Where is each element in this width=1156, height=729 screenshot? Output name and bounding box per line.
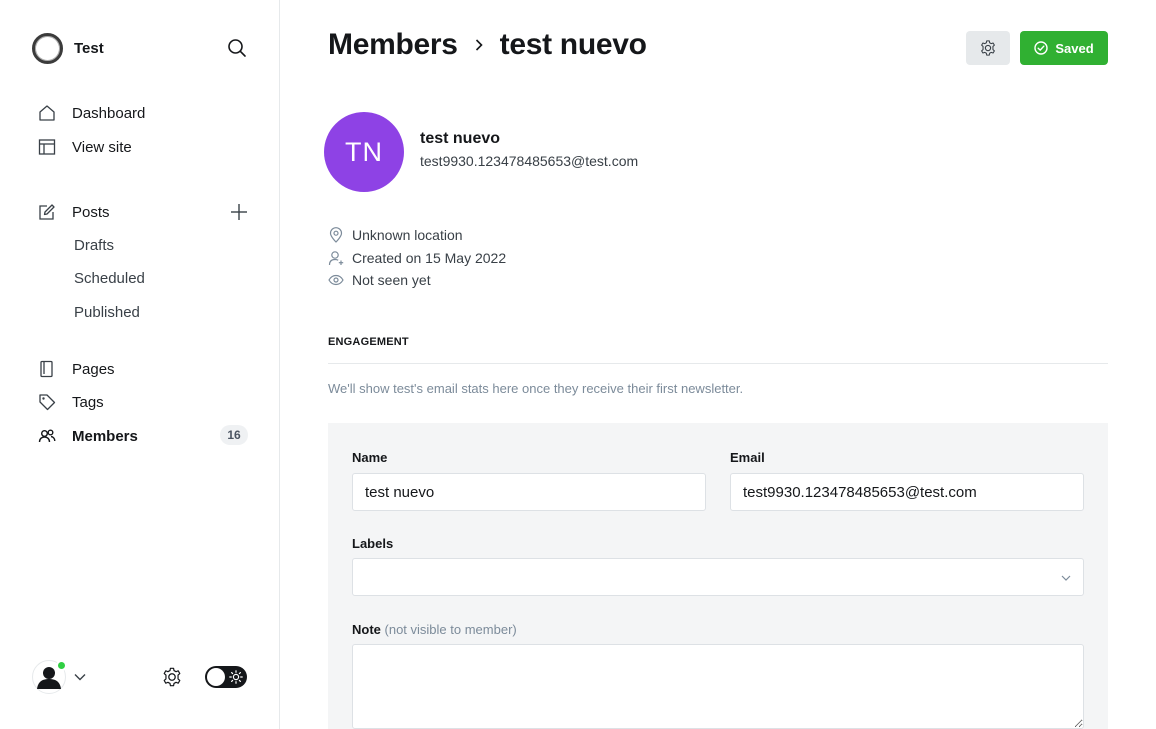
sidebar-item-view-site[interactable]: View site bbox=[38, 135, 132, 159]
add-post-icon[interactable] bbox=[229, 202, 249, 222]
user-add-icon bbox=[328, 250, 344, 266]
member-form: Name Email Labels Note (not visible to m… bbox=[328, 423, 1108, 729]
location-text: Unknown location bbox=[352, 227, 463, 243]
sidebar-item-pages[interactable]: Pages bbox=[38, 357, 115, 381]
page-title: Members test nuevo bbox=[328, 28, 647, 62]
members-icon bbox=[38, 427, 56, 445]
member-created: Created on 15 May 2022 bbox=[328, 248, 506, 268]
labels-label: Labels bbox=[352, 536, 394, 551]
sidebar-item-label: Members bbox=[72, 427, 138, 445]
site-brand[interactable]: Test bbox=[32, 32, 104, 64]
sidebar-item-dashboard[interactable]: Dashboard bbox=[38, 101, 145, 125]
email-label: Email bbox=[730, 450, 765, 465]
section-divider bbox=[328, 363, 1108, 364]
chevron-right-icon bbox=[472, 38, 486, 52]
member-avatar: TN bbox=[324, 112, 404, 192]
member-email: test9930.123478485653@test.com bbox=[420, 153, 639, 169]
member-location: Unknown location bbox=[328, 225, 463, 245]
sidebar-item-published[interactable]: Published bbox=[74, 302, 140, 324]
site-name: Test bbox=[74, 39, 104, 57]
note-hint: (not visible to member) bbox=[384, 622, 517, 637]
member-settings-button[interactable] bbox=[966, 31, 1010, 65]
sidebar-item-label: Pages bbox=[72, 360, 115, 378]
sidebar-item-scheduled[interactable]: Scheduled bbox=[74, 268, 145, 290]
engagement-heading: ENGAGEMENT bbox=[328, 336, 409, 348]
home-icon bbox=[38, 104, 56, 122]
online-status-dot bbox=[56, 660, 67, 671]
chevron-down-icon[interactable] bbox=[73, 670, 87, 684]
chevron-down-icon bbox=[1059, 571, 1073, 585]
tag-icon bbox=[38, 393, 56, 411]
name-label: Name bbox=[352, 450, 388, 465]
email-field[interactable] bbox=[730, 473, 1084, 511]
site-logo bbox=[32, 32, 63, 64]
engagement-note: We'll show test's email stats here once … bbox=[328, 381, 744, 396]
note-label: Note (not visible to member) bbox=[352, 622, 517, 637]
check-circle-icon bbox=[1034, 41, 1055, 55]
members-count-badge: 16 bbox=[220, 425, 248, 445]
search-icon[interactable] bbox=[226, 37, 248, 59]
sidebar-item-drafts[interactable]: Drafts bbox=[74, 235, 114, 257]
created-text: Created on 15 May 2022 bbox=[352, 250, 507, 266]
theme-toggle[interactable] bbox=[205, 666, 247, 688]
toggle-knob bbox=[207, 668, 225, 686]
saved-button[interactable]: Saved bbox=[1020, 31, 1108, 65]
breadcrumb-current: test nuevo bbox=[499, 28, 647, 61]
gear-icon bbox=[979, 39, 997, 57]
gear-icon[interactable] bbox=[161, 666, 183, 688]
member-name: test nuevo bbox=[420, 130, 501, 147]
sidebar-item-tags[interactable]: Tags bbox=[38, 390, 104, 414]
sidebar-item-label: Dashboard bbox=[72, 104, 146, 122]
page-icon bbox=[38, 360, 56, 378]
layout-icon bbox=[38, 138, 56, 156]
name-field[interactable] bbox=[352, 473, 706, 511]
saved-label: Saved bbox=[1055, 40, 1094, 56]
labels-select[interactable] bbox=[352, 558, 1084, 596]
sidebar-item-members[interactable]: Members bbox=[38, 424, 138, 448]
sidebar-item-label: View site bbox=[72, 138, 132, 156]
sidebar-item-posts[interactable]: Posts bbox=[38, 200, 110, 224]
sun-icon bbox=[229, 670, 243, 684]
last-seen-text: Not seen yet bbox=[352, 272, 431, 288]
note-field[interactable] bbox=[352, 644, 1084, 729]
eye-icon bbox=[328, 272, 344, 288]
member-last-seen: Not seen yet bbox=[328, 270, 431, 290]
note-label-text: Note bbox=[352, 622, 381, 637]
breadcrumb-members[interactable]: Members bbox=[328, 28, 458, 62]
sidebar-item-label: Posts bbox=[72, 203, 110, 221]
location-pin-icon bbox=[328, 227, 344, 243]
edit-icon bbox=[38, 203, 56, 221]
sidebar: Test Dashboard View site Posts Drafts Sc… bbox=[0, 0, 280, 729]
sidebar-item-label: Tags bbox=[72, 393, 104, 411]
